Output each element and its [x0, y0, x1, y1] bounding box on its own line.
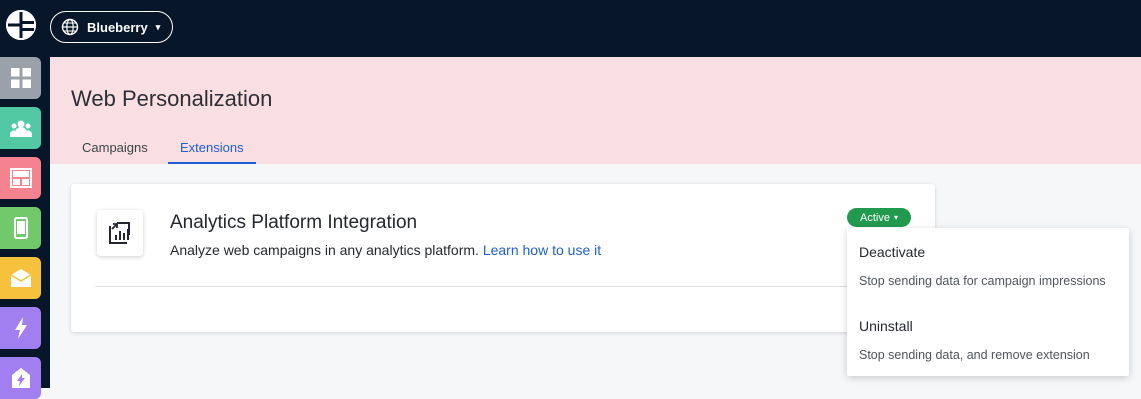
extension-description: Analyze web campaigns in any analytics p…: [170, 242, 601, 258]
sidebar-item-journeys[interactable]: [0, 307, 41, 349]
status-dropdown-button[interactable]: Active ▾: [847, 208, 911, 227]
page-title: Web Personalization: [71, 86, 273, 111]
menu-item-deactivate[interactable]: Deactivate Stop sending data for campaig…: [847, 228, 1129, 302]
menu-item-description: Stop sending data for campaign impressio…: [859, 274, 1106, 288]
sidebar-item-email[interactable]: [0, 257, 41, 299]
menu-item-label: Uninstall: [859, 318, 913, 334]
menu-item-description: Stop sending data, and remove extension: [859, 348, 1090, 362]
menu-item-uninstall[interactable]: Uninstall Stop sending data, and remove …: [847, 302, 1129, 376]
phone-icon: [13, 217, 28, 239]
chevron-down-icon: ▾: [155, 21, 161, 32]
learn-how-link[interactable]: Learn how to use it: [483, 242, 601, 258]
tab-extensions[interactable]: Extensions: [168, 137, 256, 164]
status-label: Active: [860, 211, 890, 224]
lightning-icon: [14, 317, 27, 339]
analytics-chart-icon: [97, 210, 143, 256]
sidebar-item-dashboard[interactable]: [0, 57, 41, 99]
brand-logo-icon[interactable]: [6, 10, 36, 40]
workspace-selector[interactable]: Blueberry ▾: [50, 11, 173, 43]
sidebar-item-push[interactable]: [0, 357, 41, 399]
layout-icon: [9, 168, 32, 188]
workspace-label: Blueberry: [87, 19, 148, 35]
top-bar: Blueberry ▾: [0, 0, 1141, 57]
page-header: Web Personalization Campaigns Extensions: [50, 57, 1141, 164]
chevron-down-icon: ▾: [893, 213, 898, 222]
divider: [95, 286, 915, 287]
people-icon: [9, 120, 32, 137]
menu-item-label: Deactivate: [859, 244, 926, 260]
envelope-icon: [10, 269, 31, 287]
bolt-tag-icon: [11, 368, 30, 388]
globe-icon: [61, 18, 79, 36]
sidebar-item-web[interactable]: [0, 157, 41, 199]
sidebar-item-mobile[interactable]: [0, 207, 41, 249]
extension-card: Analytics Platform Integration Analyze w…: [71, 184, 935, 332]
grid-icon: [10, 68, 31, 88]
sidebar-item-audience[interactable]: [0, 107, 41, 149]
tab-campaigns[interactable]: Campaigns: [70, 137, 160, 164]
extension-title: Analytics Platform Integration: [170, 212, 418, 233]
sidebar: [0, 57, 50, 399]
extension-description-text: Analyze web campaigns in any analytics p…: [170, 242, 479, 258]
status-dropdown-menu: Deactivate Stop sending data for campaig…: [847, 228, 1129, 376]
